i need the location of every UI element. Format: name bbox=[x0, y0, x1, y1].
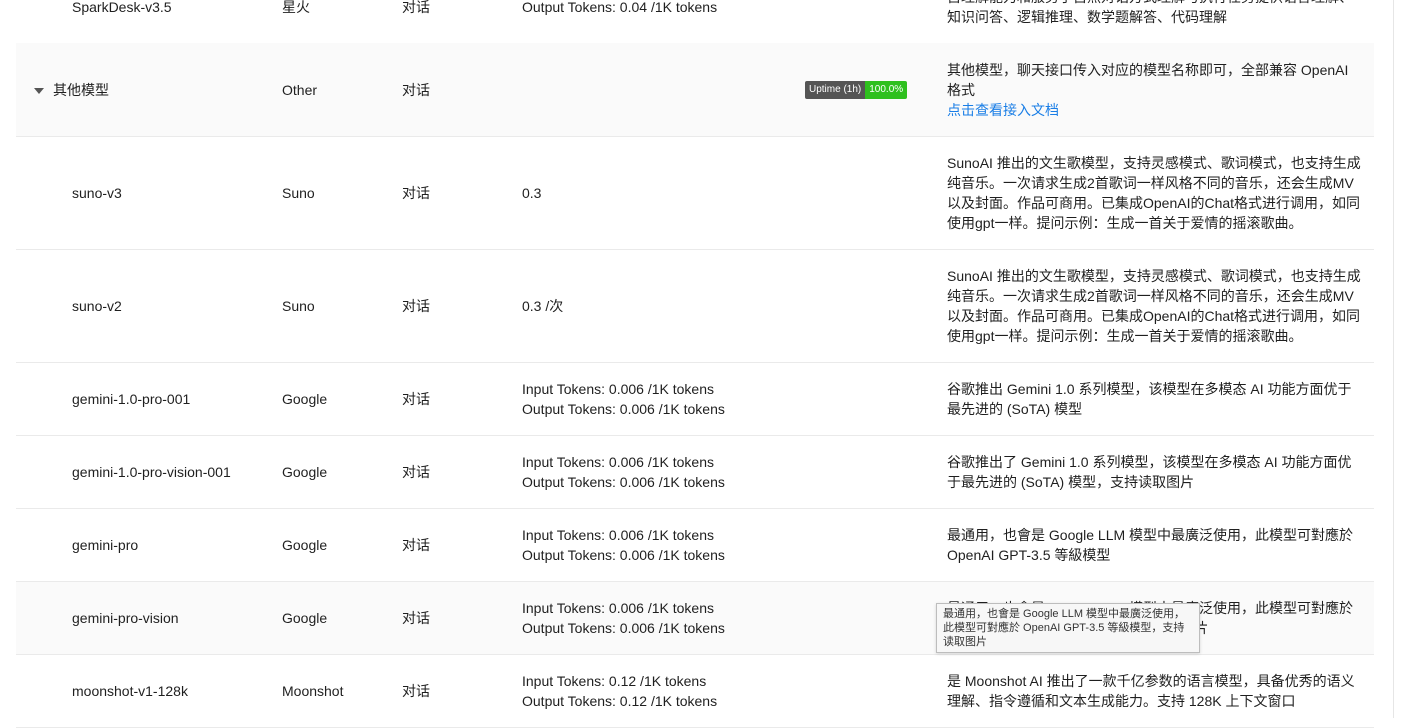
description-text: 其他模型，聊天接口传入对应的模型名称即可，全部兼容 OpenAI 格式 bbox=[947, 61, 1349, 98]
price-line: Output Tokens: 0.006 /1K tokens bbox=[522, 401, 725, 417]
model-type: 对话 bbox=[402, 298, 430, 314]
price-line: Output Tokens: 0.04 /1K tokens bbox=[522, 0, 718, 15]
model-name: gemini-pro-vision bbox=[72, 610, 179, 626]
price-line: Output Tokens: 0.006 /1K tokens bbox=[522, 474, 725, 490]
model-name: suno-v2 bbox=[72, 298, 122, 314]
scrollbar-track[interactable] bbox=[1393, 0, 1394, 718]
model-type: 对话 bbox=[402, 185, 430, 201]
caret-down-icon[interactable] bbox=[34, 87, 44, 94]
model-price: Input Tokens: 0.006 /1K tokens Output To… bbox=[522, 452, 725, 492]
table-row: moonshot-v1-128k Moonshot 对话 Input Token… bbox=[16, 655, 1374, 728]
model-name: gemini-pro bbox=[72, 537, 139, 553]
price-line: Output Tokens: 0.006 /1K tokens bbox=[522, 547, 725, 563]
model-type: 对话 bbox=[402, 81, 430, 98]
model-type: 对话 bbox=[402, 683, 430, 699]
group-toggle[interactable]: 其他模型 bbox=[34, 80, 109, 100]
model-name: gemini-1.0-pro-vision-001 bbox=[72, 464, 231, 480]
model-type: 对话 bbox=[402, 0, 430, 15]
model-type: 对话 bbox=[402, 391, 430, 407]
model-name: gemini-1.0-pro-001 bbox=[72, 391, 191, 407]
table-row: suno-v3 Suno 对话 0.3 SunoAI 推出的文生歌模型，支持灵感… bbox=[16, 137, 1374, 250]
group-name: 其他模型 bbox=[53, 81, 109, 98]
table-row: SparkDesk-v3.5 星火 对话 Output Tokens: 0.04… bbox=[16, 0, 1374, 44]
price-line: 0.3 bbox=[522, 185, 542, 201]
model-price: Input Tokens: 0.12 /1K tokens Output Tok… bbox=[522, 671, 717, 711]
model-vendor: Google bbox=[282, 537, 328, 553]
model-name: moonshot-v1-128k bbox=[72, 683, 188, 699]
model-price: Output Tokens: 0.04 /1K tokens bbox=[522, 0, 717, 17]
model-vendor: Google bbox=[282, 391, 328, 407]
model-vendor: Moonshot bbox=[282, 683, 344, 699]
model-price: Input Tokens: 0.006 /1K tokens Output To… bbox=[522, 598, 725, 638]
model-type: 对话 bbox=[402, 610, 430, 626]
model-description: 是 Moonshot AI 推出了一款千亿参数的语言模型，具备优秀的语义理解、指… bbox=[947, 673, 1355, 709]
price-line: Input Tokens: 0.12 /1K tokens bbox=[522, 673, 707, 689]
model-price: Input Tokens: 0.006 /1K tokens Output To… bbox=[522, 525, 725, 565]
model-vendor: Suno bbox=[282, 298, 315, 314]
model-vendor: Google bbox=[282, 610, 328, 626]
table-row: suno-v2 Suno 对话 0.3 /次 SunoAI 推出的文生歌模型，支… bbox=[16, 250, 1374, 363]
table-row: gemini-pro Google 对话 Input Tokens: 0.006… bbox=[16, 509, 1374, 582]
model-description: SunoAI 推出的文生歌模型，支持灵感模式、歌词模式，也支持生成纯音乐。一次请… bbox=[947, 268, 1361, 344]
model-type: 对话 bbox=[402, 537, 430, 553]
table-row-group[interactable]: 其他模型 Other 对话 Uptime (1h) 100.0% 其他模型，聊天… bbox=[16, 43, 1374, 137]
table-row: gemini-1.0-pro-001 Google 对话 Input Token… bbox=[16, 363, 1374, 436]
model-description: 谷歌推出 Gemini 1.0 系列模型，该模型在多模态 AI 功能方面优于最先… bbox=[947, 381, 1352, 417]
model-description: 其他模型，聊天接口传入对应的模型名称即可，全部兼容 OpenAI 格式 点击查看… bbox=[947, 60, 1363, 120]
model-description: 最通用，也會是 Google LLM 模型中最廣泛使用，此模型可對應於 Open… bbox=[947, 527, 1354, 563]
uptime-value: 100.0% bbox=[865, 80, 908, 99]
model-price: 0.3 bbox=[522, 183, 541, 203]
price-line: Input Tokens: 0.006 /1K tokens bbox=[522, 454, 714, 470]
table-row: gemini-1.0-pro-vision-001 Google 对话 Inpu… bbox=[16, 436, 1374, 509]
model-price: 0.3 /次 bbox=[522, 296, 563, 316]
model-vendor: 星火 bbox=[282, 0, 310, 15]
model-name: suno-v3 bbox=[72, 185, 122, 201]
model-vendor: Google bbox=[282, 464, 328, 480]
model-description: SunoAI 推出的文生歌模型，支持灵感模式、歌词模式，也支持生成纯音乐。一次请… bbox=[947, 155, 1361, 231]
price-line: Input Tokens: 0.006 /1K tokens bbox=[522, 600, 714, 616]
model-description: 自理解能力和服务于自然对话方式理解与执行任务提供语言理解、知识问答、逻辑推理、数… bbox=[947, 0, 1353, 25]
price-line: Output Tokens: 0.006 /1K tokens bbox=[522, 620, 725, 636]
model-vendor: Other bbox=[282, 81, 318, 98]
description-tooltip: 最通用，也會是 Google LLM 模型中最廣泛使用，此模型可對應於 Open… bbox=[936, 603, 1200, 653]
uptime-badge: Uptime (1h) 100.0% bbox=[805, 80, 908, 99]
price-line: Output Tokens: 0.12 /1K tokens bbox=[522, 693, 718, 709]
model-price: Input Tokens: 0.006 /1K tokens Output To… bbox=[522, 379, 725, 419]
price-line: 0.3 /次 bbox=[522, 298, 564, 314]
uptime-label: Uptime (1h) bbox=[805, 80, 866, 99]
price-line: Input Tokens: 0.006 /1K tokens bbox=[522, 527, 714, 543]
model-name: SparkDesk-v3.5 bbox=[72, 0, 172, 15]
model-vendor: Suno bbox=[282, 185, 315, 201]
docs-link[interactable]: 点击查看接入文档 bbox=[947, 100, 1363, 120]
price-line: Input Tokens: 0.006 /1K tokens bbox=[522, 381, 714, 397]
model-type: 对话 bbox=[402, 464, 430, 480]
model-description: 谷歌推出了 Gemini 1.0 系列模型，该模型在多模态 AI 功能方面优于最… bbox=[947, 454, 1352, 490]
